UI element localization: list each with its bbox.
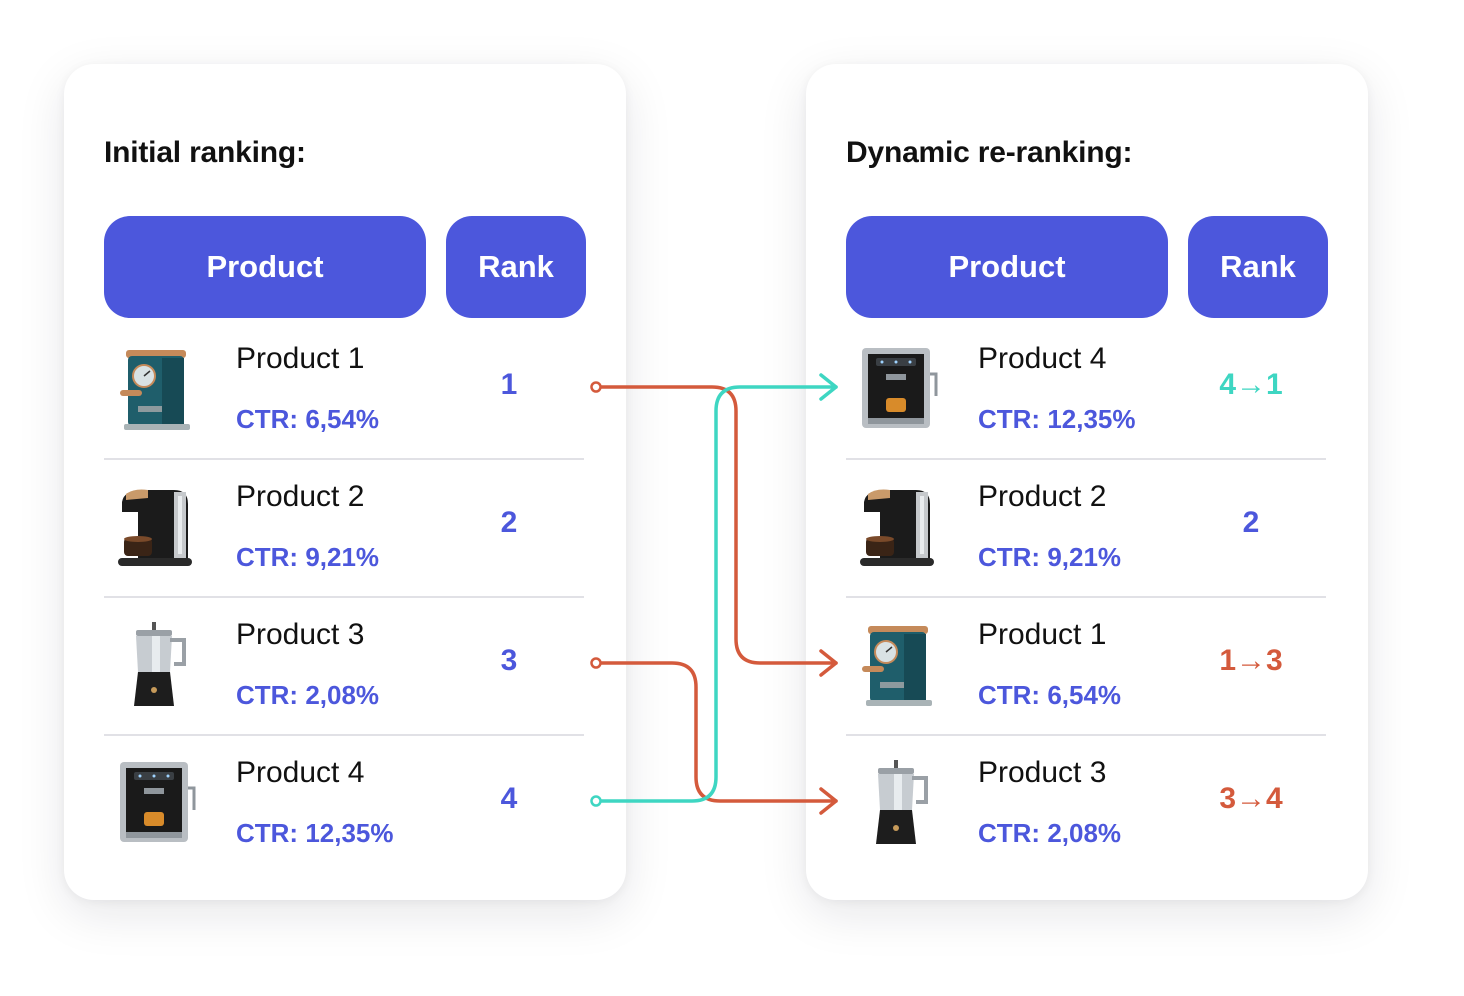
black-capsule-machine-icon [118,489,192,566]
initial-row-2: Product 2 CTR: 9,21% 2 [104,458,584,598]
initial-row-3: Product 3 CTR: 2,08% 3 [104,596,584,736]
steel-moka-pot-icon [134,622,186,706]
black-capsule-machine-icon [860,489,934,566]
rank-value: 1 [500,368,518,401]
reranked-row-4: Product 3 CTR: 2,08% 3→4 [846,734,1326,872]
initial-ranking-card: Initial ranking: Product Rank Product 1 … [64,64,626,900]
product-name: Product 3 [236,618,365,651]
dynamic-reranking-title: Dynamic re-ranking: [846,136,1133,169]
product-name: Product 2 [236,480,365,513]
reranked-row-1: Product 4 CTR: 12,35% 4→1 [846,320,1326,460]
initial-rank-header: Rank [446,216,586,318]
teal-espresso-machine-icon [862,626,932,706]
product-ctr: CTR: 6,54% [978,680,1122,710]
teal-espresso-machine-icon [120,350,190,430]
rank-change: 3→4 [1219,782,1283,815]
reranked-row-2: Product 2 CTR: 9,21% 2 [846,458,1326,598]
connector-product-4 [590,373,838,807]
initial-ranking-title: Initial ranking: [104,136,306,169]
product-ctr: CTR: 2,08% [236,680,380,710]
connector-product-3 [590,657,838,815]
rank-value: 4 [500,782,518,815]
reranked-product-header: Product [846,216,1168,318]
product-name: Product 1 [978,618,1107,651]
rank-value: 2 [1242,506,1260,539]
rank-value: 3 [500,644,518,677]
product-ctr: CTR: 12,35% [978,404,1136,434]
product-name: Product 2 [978,480,1107,513]
product-ctr: CTR: 2,08% [978,818,1122,848]
product-name: Product 4 [978,342,1107,375]
product-ctr: CTR: 9,21% [236,542,380,572]
connector-product-1 [590,381,838,677]
product-name: Product 1 [236,342,365,375]
steel-espresso-machine-icon [862,348,938,428]
product-ctr: CTR: 9,21% [978,542,1122,572]
product-name: Product 4 [236,756,365,789]
initial-product-header: Product [104,216,426,318]
rank-value: 2 [500,506,518,539]
product-name: Product 3 [978,756,1107,789]
reranked-rank-header: Rank [1188,216,1328,318]
rank-change: 4→1 [1219,368,1283,401]
reranked-row-3: Product 1 CTR: 6,54% 1→3 [846,596,1326,736]
dynamic-reranking-card: Dynamic re-ranking: Product Rank Product… [806,64,1368,900]
steel-espresso-machine-icon [120,762,196,842]
product-ctr: CTR: 6,54% [236,404,380,434]
initial-row-1: Product 1 CTR: 6,54% 1 [104,320,584,460]
product-ctr: CTR: 12,35% [236,818,394,848]
steel-moka-pot-icon [876,760,928,844]
rank-change: 1→3 [1219,644,1283,677]
initial-row-4: Product 4 CTR: 12,35% 4 [104,734,584,872]
